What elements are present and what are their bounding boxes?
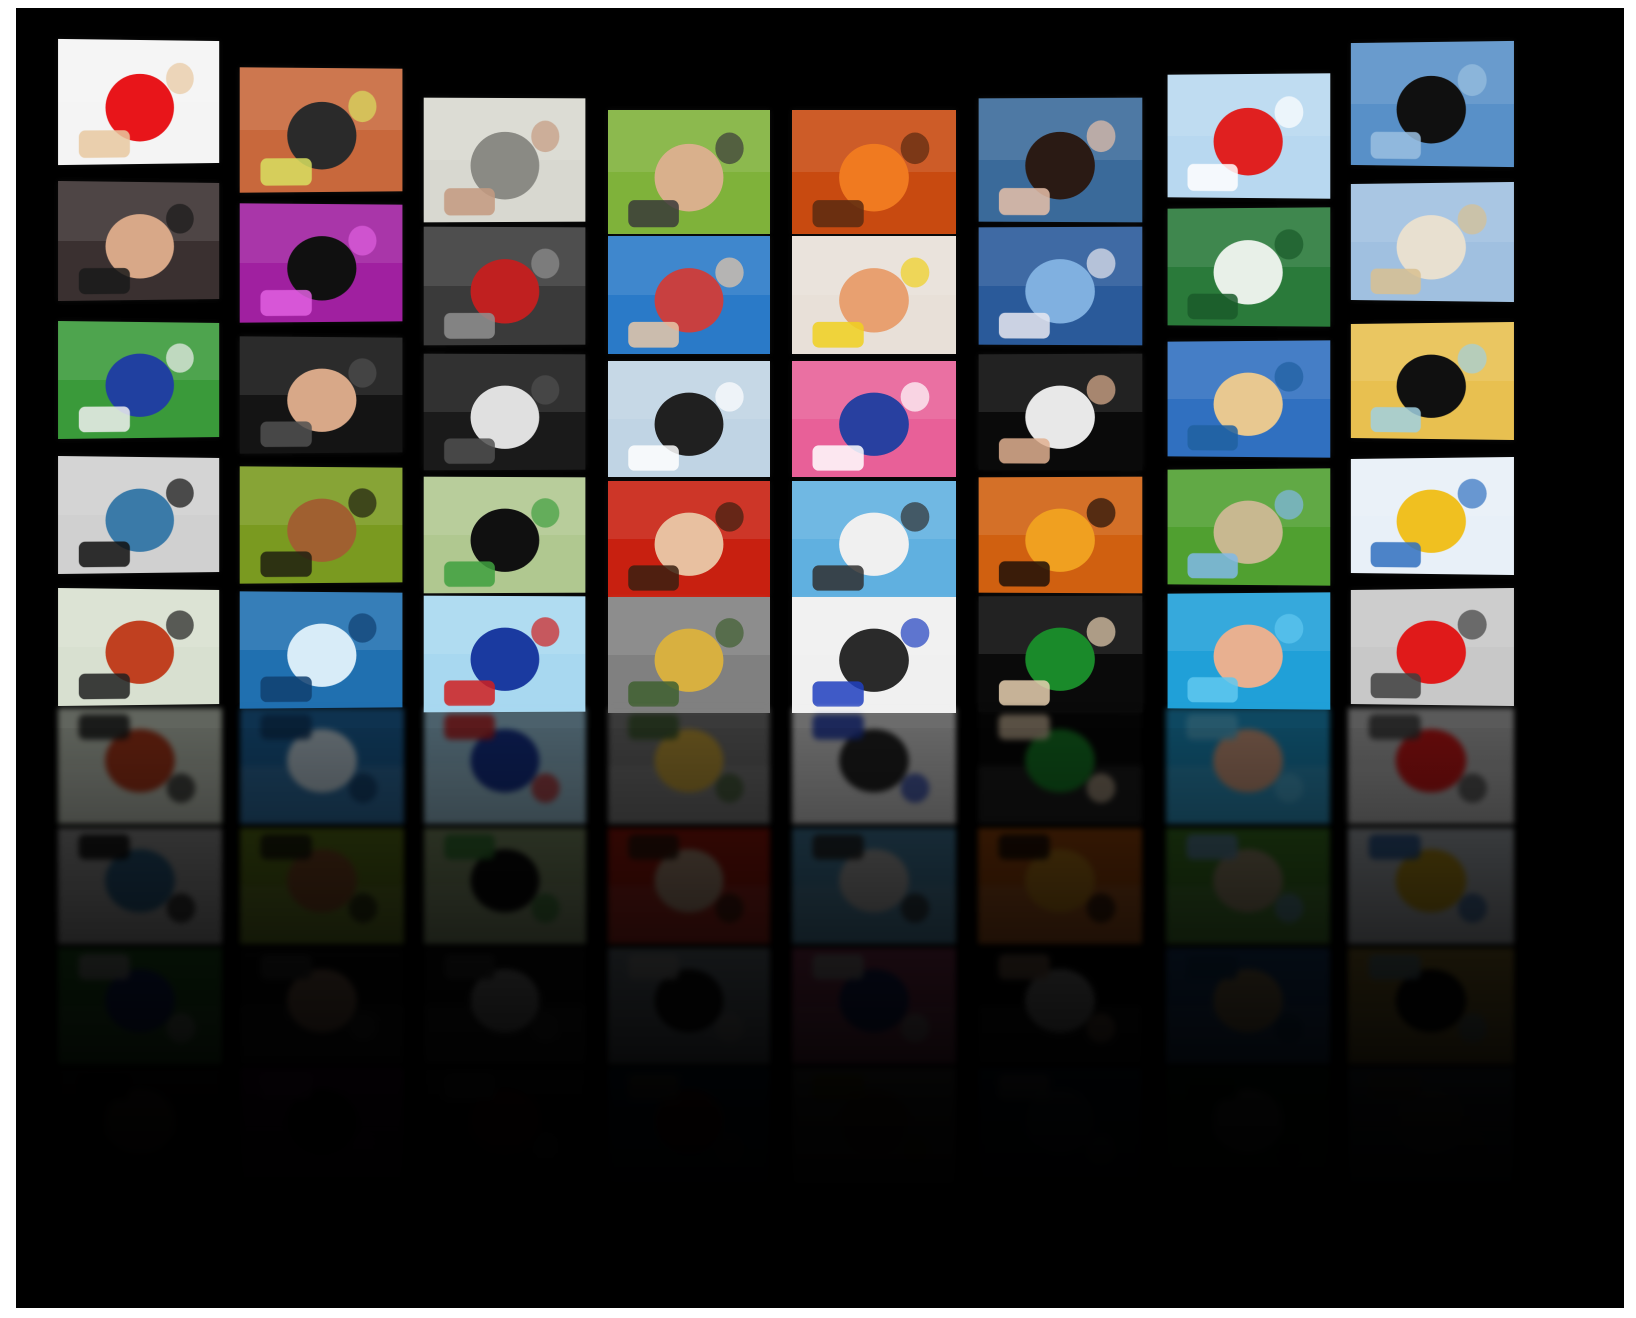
reflection-snow-jump-yellow	[1348, 828, 1514, 944]
reflection-chalkboard-emc2	[1166, 1068, 1330, 1186]
reflection-friends-on-jetty	[608, 1068, 770, 1186]
screen-mother-child-desk	[792, 236, 956, 355]
screen-three-friends-faces	[58, 180, 220, 301]
screen-seagull-sky	[792, 481, 956, 598]
reflection-city-skyline-flying-man	[424, 828, 586, 944]
screen-woman-lying-dark	[239, 336, 403, 454]
screen-concert-crowd-lights	[423, 353, 586, 471]
reflection-harbor-town	[1166, 948, 1330, 1064]
reflection-forest-crowd	[240, 828, 404, 944]
reflection-three-friends-faces	[58, 1068, 222, 1186]
screen-singer-microphone	[1350, 321, 1514, 440]
reflection-concert-hands-orange	[978, 828, 1142, 944]
screen-forest-crowd	[239, 466, 403, 584]
screen-skier-snow	[792, 597, 956, 714]
video-wall-scene	[16, 8, 1624, 1308]
reflection-green-field-fence	[1166, 828, 1330, 944]
screen-kendo-mask	[58, 588, 220, 707]
screen-twins-green-tug	[978, 595, 1143, 713]
reflection-film-reel-pink	[792, 948, 956, 1064]
reflection-twins-green-tug	[978, 708, 1142, 824]
screen-harbor-town	[1167, 339, 1331, 458]
reflection-woman-lying-dark	[240, 948, 404, 1064]
screen-hands-keyboard-graph	[423, 595, 586, 713]
screen-tennis-court	[239, 67, 403, 193]
screen-goldfish	[792, 110, 956, 234]
screen-man-reading-newspaper	[423, 97, 586, 223]
reflection-dancer-purple-light	[240, 1068, 404, 1186]
screen-airplanes-in-sky	[1167, 73, 1331, 199]
reflection-swimmer-pool	[1166, 708, 1330, 824]
screen-woman-portrait-lake	[978, 97, 1143, 223]
screen-dancer-purple-light	[239, 202, 403, 323]
screen-woman-with-red-ball	[58, 38, 220, 166]
screen-lake-mountains	[978, 226, 1143, 346]
screen-child-covering-head	[423, 226, 586, 346]
screen-snow-jump-yellow	[1350, 456, 1514, 575]
screen-concert-hands-orange	[978, 476, 1143, 594]
reflection-singer-microphone	[1348, 948, 1514, 1064]
screen-blue-eye-closeup	[58, 456, 220, 575]
reflection-soccer-players-legs	[58, 948, 222, 1064]
screen-village-street-dog	[1350, 182, 1514, 303]
reflection-village-street-dog	[1348, 1068, 1514, 1186]
reflection-mother-child-desk	[792, 1068, 956, 1186]
screen-woman-white-shirt	[978, 353, 1143, 471]
reflection-ice-wave-blue	[240, 708, 404, 824]
screen-basketball-hoop	[608, 360, 770, 477]
screen-couple-lying-grass	[608, 110, 770, 234]
screen-swimmer-pool	[1167, 592, 1331, 710]
reflection-seagull-sky	[792, 828, 956, 944]
screen-smiling-man-red-hood	[608, 481, 770, 598]
reflection-kendo-mask	[58, 708, 222, 824]
screen-highway-car	[608, 597, 770, 714]
reflection-concert-crowd-lights	[424, 948, 586, 1064]
reflection-blue-eye-closeup	[58, 828, 222, 944]
reflection-red-lips-bw	[1348, 708, 1514, 824]
screen-city-skyline-flying-man	[423, 476, 586, 594]
reflection-hands-keyboard-graph	[424, 708, 586, 824]
screen-green-field-fence	[1167, 468, 1331, 586]
screen-people-jumping-pier	[1350, 40, 1514, 168]
reflection-smiling-man-red-hood	[608, 828, 770, 944]
reflection-child-covering-head	[424, 1068, 586, 1186]
screen-soccer-players-legs	[58, 320, 220, 439]
screen-friends-on-jetty	[608, 236, 770, 355]
reflection-woman-white-shirt	[978, 948, 1142, 1064]
reflection-basketball-hoop	[608, 948, 770, 1064]
screen-film-reel-pink	[792, 360, 956, 477]
reflection-lake-mountains	[978, 1068, 1142, 1186]
screen-ice-wave-blue	[239, 591, 403, 710]
reflection-skier-snow	[792, 708, 956, 824]
screen-wall	[16, 8, 1624, 1308]
reflection-highway-car	[608, 708, 770, 824]
screen-red-lips-bw	[1350, 588, 1514, 707]
screen-chalkboard-emc2	[1167, 207, 1331, 327]
